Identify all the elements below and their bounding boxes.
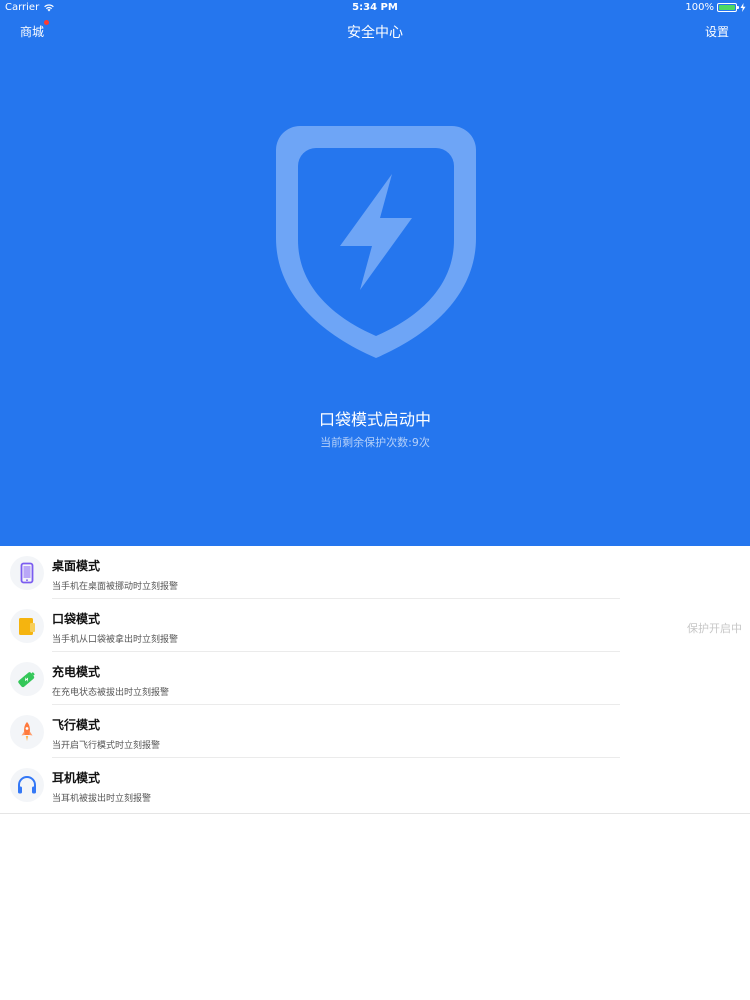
- mode-item-desktop[interactable]: 桌面模式 当手机在桌面被挪动时立刻报警: [0, 546, 620, 599]
- pocket-icon: [19, 618, 35, 635]
- battery-charge-icon: [18, 672, 35, 688]
- battery-percent: 100%: [685, 2, 714, 13]
- protection-status-label: 保护开启中: [687, 622, 742, 635]
- mode-list: 桌面模式 当手机在桌面被挪动时立刻报警 口袋模式 当手机从口袋被拿出时立刻报警 …: [0, 546, 750, 814]
- mode-icon-bg: [10, 556, 44, 590]
- mode-desc: 当耳机被拔出时立刻报警: [52, 794, 152, 804]
- headphones-icon: [18, 776, 36, 794]
- mode-desc: 当手机在桌面被挪动时立刻报警: [52, 582, 179, 592]
- mode-item-airplane[interactable]: 飞行模式 当开启飞行模式时立刻报警: [0, 705, 620, 758]
- page-title: 安全中心: [347, 25, 403, 41]
- remaining-protection-count: 当前剩余保护次数:9次: [320, 436, 430, 449]
- mode-title: 耳机模式: [52, 771, 101, 785]
- mode-desc: 当手机从口袋被拿出时立刻报警: [52, 635, 179, 645]
- mode-icon-bg: [10, 662, 44, 696]
- phone-icon: [20, 562, 34, 584]
- rocket-icon: [21, 722, 33, 741]
- mode-title: 口袋模式: [52, 612, 101, 626]
- charging-bolt-icon: [740, 3, 746, 12]
- status-time: 5:34 PM: [352, 2, 398, 13]
- mode-title: 飞行模式: [52, 718, 101, 732]
- current-mode-title: 口袋模式启动中: [318, 410, 431, 429]
- mode-icon-bg: [10, 715, 44, 749]
- status-bar: Carrier 5:34 PM 100%: [0, 0, 750, 16]
- mode-title: 桌面模式: [52, 559, 101, 573]
- mode-icon-bg: [10, 768, 44, 802]
- status-right: 100%: [685, 2, 746, 13]
- mode-title: 充电模式: [52, 665, 101, 679]
- battery-fill: [719, 5, 735, 10]
- mode-desc: 在充电状态被拔出时立刻报警: [52, 688, 170, 698]
- mode-item-pocket[interactable]: 口袋模式 当手机从口袋被拿出时立刻报警: [0, 599, 620, 652]
- shield-lightning-icon: [276, 126, 476, 358]
- mode-desc: 当开启飞行模式时立刻报警: [52, 741, 161, 751]
- mode-item-charging[interactable]: 充电模式 在充电状态被拔出时立刻报警: [0, 652, 620, 705]
- settings-button[interactable]: 设置: [705, 23, 729, 40]
- mode-item-headphone[interactable]: 耳机模式 当耳机被拔出时立刻报警: [0, 758, 620, 811]
- mode-icon-bg: [10, 609, 44, 643]
- battery-icon: [717, 3, 739, 12]
- hero-panel: Carrier 5:34 PM 100% 商城 安全中心 设置 口袋模式启动中 …: [0, 0, 750, 546]
